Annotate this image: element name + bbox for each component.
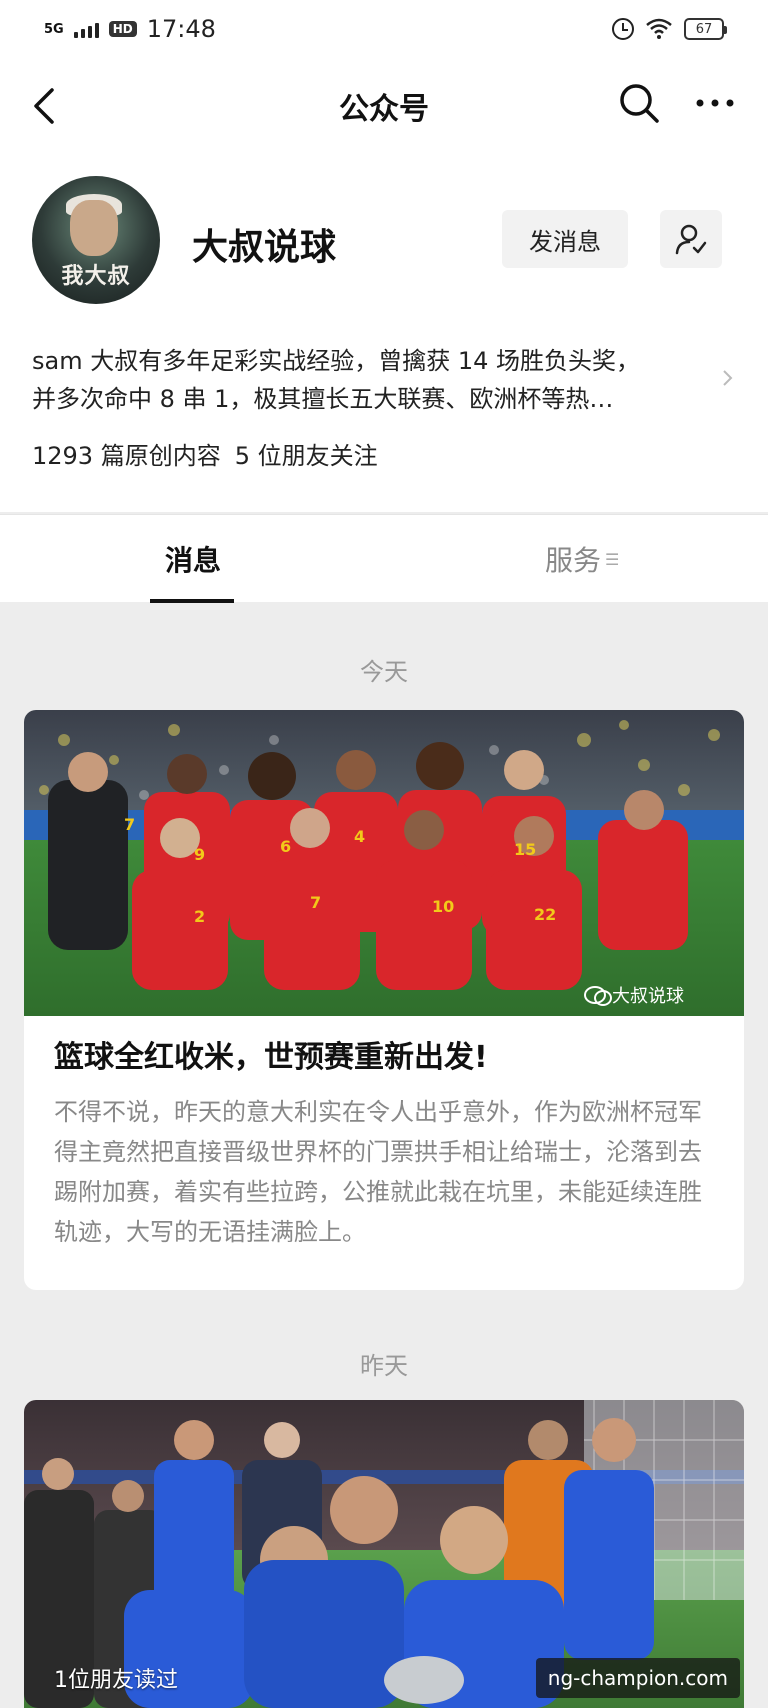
article-summary: 不得不说，昨天的意大利实在令人出乎意外，作为欧洲杯冠军得主竟然把直接晋级世界杯的… bbox=[54, 1098, 702, 1246]
signal-icon bbox=[73, 20, 99, 38]
search-icon[interactable] bbox=[614, 78, 664, 128]
site-watermark-badge: ng-champion.com bbox=[535, 1658, 740, 1698]
team-photo-belgium: 7 9 6 4 15 22 2 7 10 bbox=[24, 710, 744, 1016]
article-card[interactable]: 7 9 6 4 15 22 2 7 10 大叔说球 篮球全红收米，世预赛重新出发! 不得不说… bbox=[24, 710, 744, 1290]
user-follow-icon bbox=[675, 224, 707, 255]
image-watermark: 大叔说球 bbox=[584, 982, 684, 1008]
intro-line-2: 并多次命中 8 串 1，极其擅长五大联赛、欧洲杯等热… bbox=[32, 385, 614, 413]
wechat-icon bbox=[584, 986, 612, 1006]
svg-text:2: 2 bbox=[194, 907, 205, 926]
article-card[interactable]: 1位朋友读过 ng-champion.com bbox=[24, 1400, 744, 1708]
wifi-icon bbox=[646, 18, 672, 39]
network-type: 5G bbox=[44, 21, 64, 37]
chevron-right-icon[interactable] bbox=[718, 366, 738, 390]
svg-text:9: 9 bbox=[194, 845, 205, 864]
avatar-logo-text: 我大叔 bbox=[61, 264, 131, 289]
hd-icon: HD bbox=[108, 21, 137, 37]
tab-bar: 消息 服务 ☰ bbox=[0, 514, 768, 603]
friends-following[interactable]: 5 位朋友关注 bbox=[235, 436, 378, 471]
status-right: 67 bbox=[612, 18, 727, 40]
date-label-yesterday: 昨天 bbox=[360, 1352, 408, 1380]
status-time: 17:48 bbox=[146, 15, 216, 43]
menu-icon: ☰ bbox=[605, 549, 620, 569]
svg-text:7: 7 bbox=[124, 815, 135, 834]
account-profile: 我大叔 大叔说球 发消息 sam 大叔有多年足彩实战经验，曾擒获 14 场胜负头… bbox=[0, 154, 768, 512]
svg-text:4: 4 bbox=[354, 827, 365, 846]
avatar[interactable]: 我大叔 bbox=[32, 176, 160, 304]
watermark-text: 大叔说球 bbox=[612, 986, 684, 1007]
svg-text:7: 7 bbox=[310, 893, 321, 912]
send-message-button[interactable]: 发消息 bbox=[502, 210, 628, 268]
account-intro[interactable]: sam 大叔有多年足彩实战经验，曾擒获 14 场胜负头奖， 并多次命中 8 串 … bbox=[32, 342, 712, 418]
account-name: 大叔说球 bbox=[192, 227, 337, 268]
article-title[interactable]: 篮球全红收米，世预赛重新出发! bbox=[54, 1038, 714, 1078]
battery-level: 67 bbox=[695, 21, 713, 37]
tab-active-indicator bbox=[150, 599, 234, 603]
article-body: 篮球全红收米，世预赛重新出发! 不得不说，昨天的意大利实在令人出乎意外，作为欧洲… bbox=[24, 1016, 744, 1280]
article-cover-image[interactable]: 1位朋友读过 ng-champion.com bbox=[24, 1400, 744, 1708]
svg-text:22: 22 bbox=[534, 905, 556, 924]
tab-services-label: 服务 bbox=[545, 544, 602, 577]
article-cover-image[interactable]: 7 9 6 4 15 22 2 7 10 大叔说球 bbox=[24, 710, 744, 1016]
friends-read-label: 1位朋友读过 bbox=[54, 1668, 178, 1693]
intro-line-1: sam 大叔有多年足彩实战经验，曾擒获 14 场胜负头奖， bbox=[32, 347, 641, 375]
svg-text:6: 6 bbox=[280, 837, 291, 856]
status-bar: 5G HD 17:48 67 bbox=[0, 0, 768, 58]
svg-text:10: 10 bbox=[432, 897, 454, 916]
follow-button[interactable] bbox=[660, 210, 722, 268]
nav-bar: 公众号 bbox=[0, 58, 768, 154]
avatar-face bbox=[70, 200, 118, 256]
status-left: 5G HD 17:48 bbox=[44, 15, 216, 43]
original-count: 1293 篇原创内容 bbox=[32, 442, 221, 470]
tab-messages[interactable]: 消息 bbox=[150, 539, 236, 579]
account-stats: 1293 篇原创内容 5 位朋友关注 bbox=[32, 436, 378, 471]
battery-icon: 67 bbox=[684, 18, 727, 40]
svg-text:15: 15 bbox=[514, 840, 536, 859]
date-label-today: 今天 bbox=[360, 658, 408, 686]
more-icon[interactable] bbox=[690, 78, 740, 128]
alarm-icon bbox=[612, 18, 634, 40]
tab-services[interactable]: 服务 ☰ bbox=[545, 539, 619, 579]
